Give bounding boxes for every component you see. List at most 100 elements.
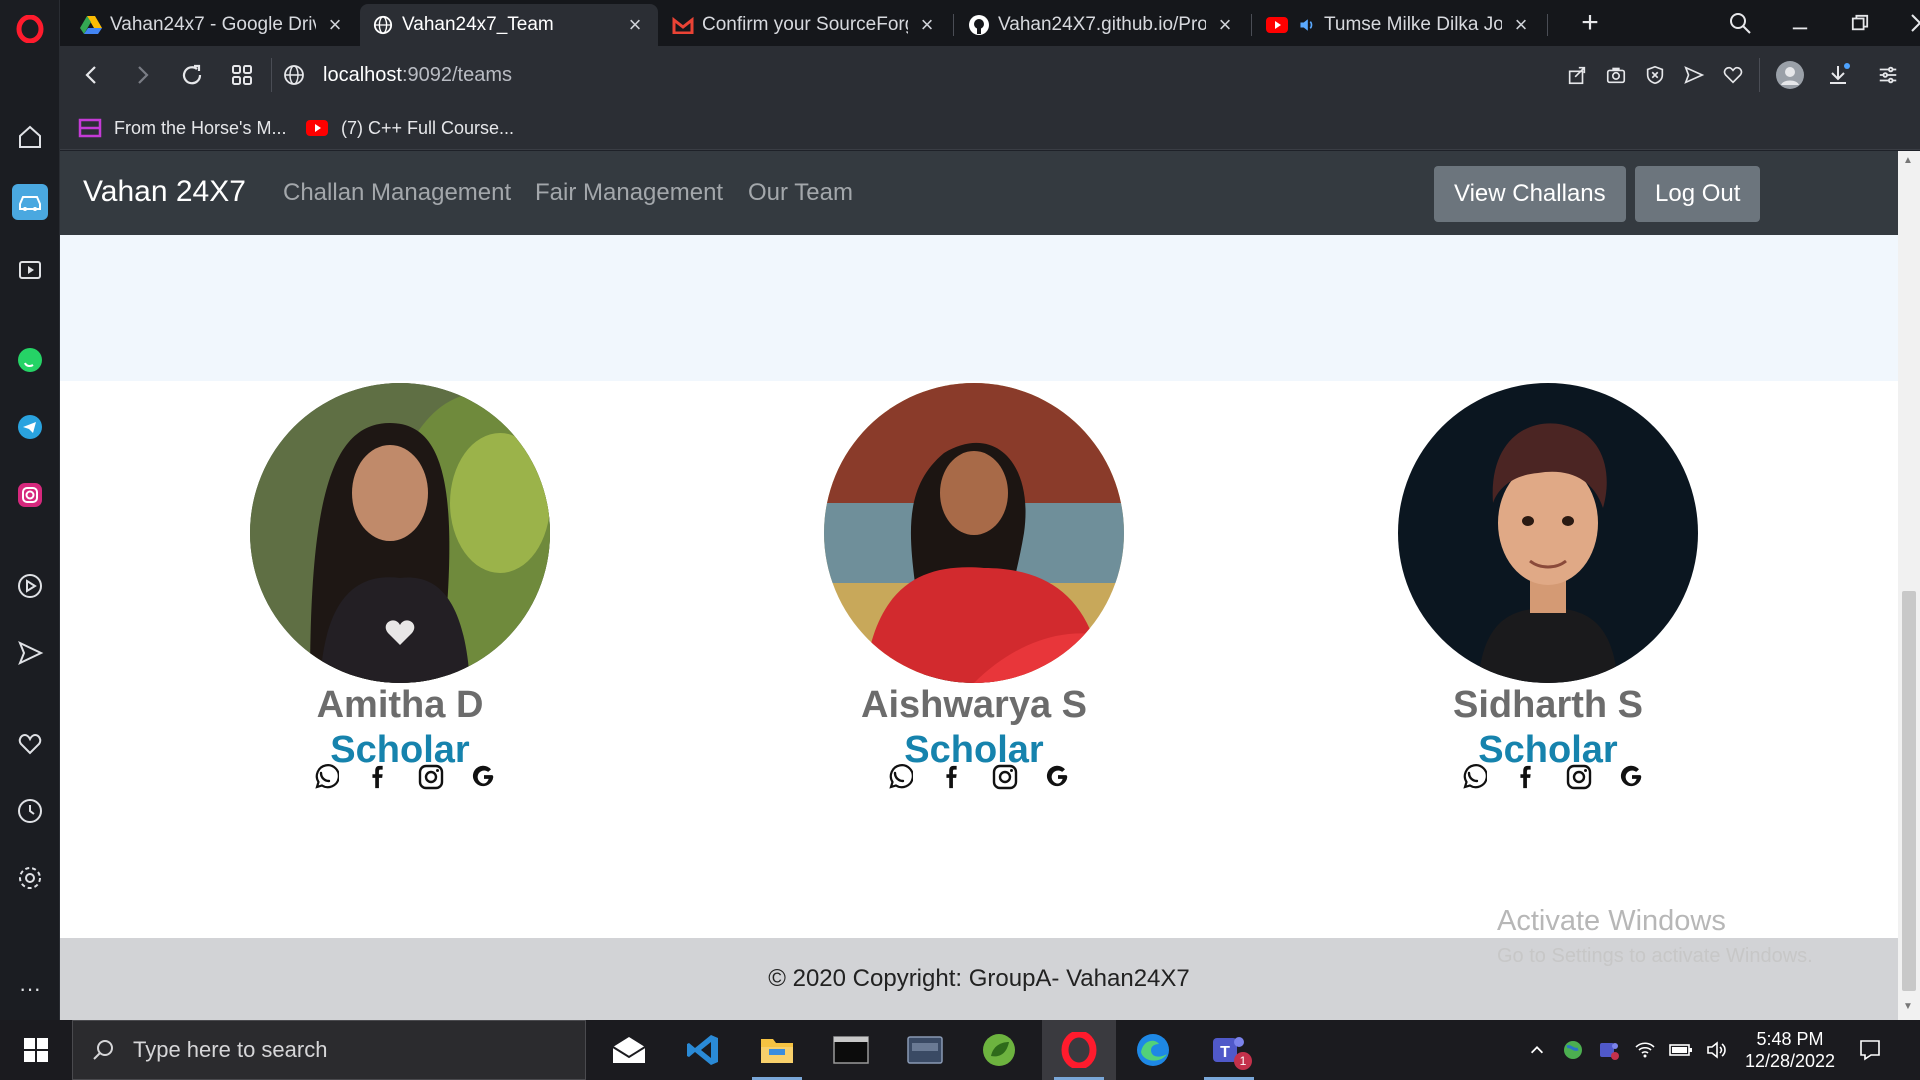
close-tab-icon[interactable]: ×: [624, 12, 646, 37]
whatsapp-icon[interactable]: [1446, 757, 1499, 797]
easy-setup-icon[interactable]: [1870, 57, 1906, 93]
tray-globe-icon[interactable]: [1558, 1020, 1588, 1080]
scroll-up-arrow-icon[interactable]: ▲: [1903, 155, 1915, 167]
tab-github[interactable]: Vahan24X7.github.io/Projec ×: [956, 4, 1248, 46]
instagram-sidebar-icon[interactable]: [0, 468, 60, 522]
close-window-icon[interactable]: [1890, 0, 1920, 46]
opera-browser-icon[interactable]: [1042, 1020, 1116, 1080]
close-tab-icon[interactable]: ×: [1214, 12, 1236, 37]
url-path: :9092/teams: [401, 63, 513, 86]
windows-start-icon[interactable]: [0, 1020, 72, 1080]
battery-icon[interactable]: [1666, 1020, 1696, 1080]
bookmark-cpp-course[interactable]: (7) C++ Full Course...: [305, 114, 514, 142]
new-tab-plus-icon[interactable]: +: [1565, 0, 1615, 46]
reload-icon[interactable]: [172, 55, 212, 95]
close-tab-icon[interactable]: ×: [1510, 12, 1532, 37]
tab-title: Confirm your SourceForge: [702, 14, 908, 35]
forward-icon[interactable]: [122, 55, 162, 95]
volume-speaker-icon[interactable]: [1702, 1020, 1732, 1080]
heart-icon[interactable]: [0, 717, 60, 771]
bookmark-label: From the Horse's M...: [114, 117, 287, 138]
google-icon[interactable]: [1031, 757, 1084, 797]
opera-logo-icon[interactable]: [0, 2, 60, 56]
bookmark-horses-mouth[interactable]: From the Horse's M...: [78, 114, 286, 142]
history-clock-icon[interactable]: [0, 784, 60, 838]
whatsapp-sidebar-icon[interactable]: [0, 333, 60, 387]
tab-search-icon[interactable]: [1710, 0, 1770, 46]
youtube-icon: [305, 118, 329, 138]
mail-app-icon[interactable]: [592, 1020, 666, 1080]
profile-avatar-icon[interactable]: [1772, 57, 1808, 93]
google-icon[interactable]: [457, 757, 510, 797]
close-tab-icon[interactable]: ×: [324, 12, 346, 37]
scrollbar-thumb[interactable]: [1902, 591, 1916, 991]
clock-date: 12/28/2022: [1744, 1051, 1836, 1071]
tab-gmail[interactable]: Confirm your SourceForge ×: [660, 4, 950, 46]
whatsapp-icon[interactable]: [298, 757, 351, 797]
address-bar[interactable]: localhost:9092/teams: [283, 52, 1555, 98]
media-play-icon[interactable]: [0, 559, 60, 613]
facebook-icon[interactable]: [925, 757, 978, 797]
bookmark-label: (7) C++ Full Course...: [341, 117, 515, 138]
file-explorer-icon[interactable]: [740, 1020, 814, 1080]
share-icon[interactable]: [1559, 57, 1595, 93]
scroll-down-arrow-icon[interactable]: ▼: [1903, 1001, 1915, 1013]
tab-title: Tumse Milke Dilka Jo H: [1324, 14, 1502, 35]
vscode-icon[interactable]: [666, 1020, 740, 1080]
tab-google-drive[interactable]: Vahan24x7 - Google Drive ×: [68, 4, 358, 46]
windows-taskbar: Type here to search T 1 5:48 PM 12/28/20…: [0, 1020, 1920, 1080]
brand-logo-text[interactable]: Vahan 24X7: [83, 175, 246, 209]
taskbar-search-box[interactable]: Type here to search: [72, 1020, 586, 1080]
instagram-icon[interactable]: [1552, 757, 1605, 797]
back-icon[interactable]: [72, 55, 112, 95]
spring-tool-suite-icon[interactable]: [962, 1020, 1036, 1080]
teams-icon[interactable]: T 1: [1192, 1020, 1266, 1080]
facebook-icon[interactable]: [1499, 757, 1552, 797]
home-icon[interactable]: [0, 110, 60, 164]
nav-challan-management[interactable]: Challan Management: [283, 179, 511, 207]
telegram-icon[interactable]: [0, 400, 60, 454]
adblock-shield-icon[interactable]: [1637, 57, 1673, 93]
notification-center-icon[interactable]: [1852, 1020, 1888, 1080]
minimize-icon[interactable]: [1770, 0, 1830, 46]
instagram-icon[interactable]: [978, 757, 1031, 797]
tab-title: Vahan24x7_Team: [402, 14, 554, 35]
nav-fair-management[interactable]: Fair Management: [535, 179, 723, 207]
player-icon[interactable]: [0, 243, 60, 297]
tray-teams-icon[interactable]: [1594, 1020, 1624, 1080]
speed-dial-car-icon[interactable]: [0, 175, 60, 229]
snapshot-camera-icon[interactable]: [1598, 57, 1634, 93]
tray-chevron-up-icon[interactable]: [1520, 1020, 1554, 1080]
more-dots-icon[interactable]: ···: [0, 962, 60, 1016]
speaker-audio-icon[interactable]: [1296, 14, 1318, 36]
clock-time: 5:48 PM: [1756, 1029, 1824, 1049]
settings-gear-icon[interactable]: [0, 851, 60, 905]
whatsapp-icon[interactable]: [872, 757, 925, 797]
restore-icon[interactable]: [1830, 0, 1890, 46]
instagram-icon[interactable]: [404, 757, 457, 797]
logout-button[interactable]: Log Out: [1635, 166, 1761, 222]
google-drive-icon: [80, 14, 102, 36]
send-icon[interactable]: [0, 626, 60, 680]
send-to-flow-icon[interactable]: [1676, 57, 1712, 93]
terminal-icon[interactable]: [814, 1020, 888, 1080]
wifi-icon[interactable]: [1630, 1020, 1660, 1080]
web-page: Vahan 24X7 Challan Management Fair Manag…: [60, 151, 1898, 1020]
close-tab-icon[interactable]: ×: [916, 12, 938, 37]
footer-copyright: © 2020 Copyright: GroupA- Vahan24X7: [768, 965, 1190, 992]
nav-our-team[interactable]: Our Team: [748, 179, 853, 207]
member-name: Sidharth S: [1452, 684, 1644, 726]
view-challans-button[interactable]: View Challans: [1434, 166, 1626, 222]
facebook-icon[interactable]: [351, 757, 404, 797]
edge-browser-icon[interactable]: [1116, 1020, 1190, 1080]
bookmark-heart-icon[interactable]: [1715, 57, 1751, 93]
site-globe-icon[interactable]: [283, 64, 323, 86]
tabs-grid-icon[interactable]: [222, 55, 262, 95]
download-icon[interactable]: [1820, 57, 1856, 93]
mysql-workbench-icon[interactable]: [888, 1020, 962, 1080]
google-icon[interactable]: [1605, 757, 1658, 797]
tab-team-active[interactable]: Vahan24x7_Team ×: [360, 4, 658, 46]
system-clock[interactable]: 5:48 PM 12/28/2022: [1735, 1028, 1845, 1072]
tab-youtube[interactable]: Tumse Milke Dilka Jo H ×: [1254, 4, 1544, 46]
page-scrollbar[interactable]: ▲ ▼: [1898, 151, 1920, 1020]
